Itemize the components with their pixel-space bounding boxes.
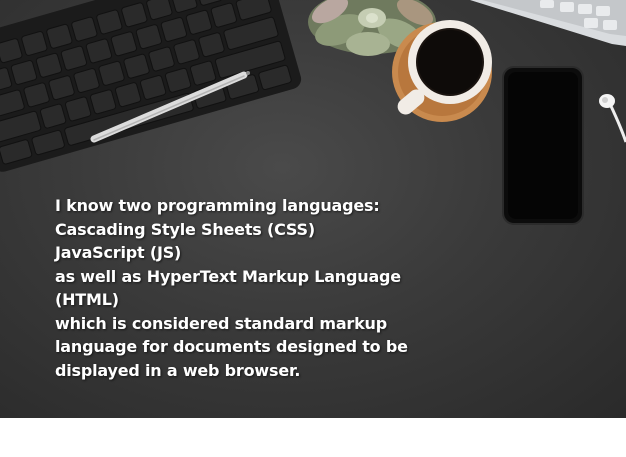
caption-line: language for documents designed to be <box>55 337 408 356</box>
caption-line: displayed in a web browser. <box>55 360 301 380</box>
caption-line: Cascading Style Sheets (CSS) <box>55 219 315 239</box>
caption-line: which is considered standard markup <box>55 313 387 333</box>
caption-line: I know two programming languages: <box>55 196 380 215</box>
caption-text-block: I know two programming languages: Cascad… <box>55 194 435 382</box>
earphone-icon <box>599 94 626 143</box>
caption-line: as well as HyperText Markup Language <box>55 266 401 286</box>
laptop-icon <box>470 0 626 46</box>
keyboard-icon <box>0 0 302 172</box>
caption-line: (HTML) <box>55 290 119 309</box>
caption-line: JavaScript (JS) <box>55 243 182 262</box>
desk-background-photo: I know two programming languages: Cascad… <box>0 0 626 418</box>
smartphone-icon <box>502 66 584 225</box>
